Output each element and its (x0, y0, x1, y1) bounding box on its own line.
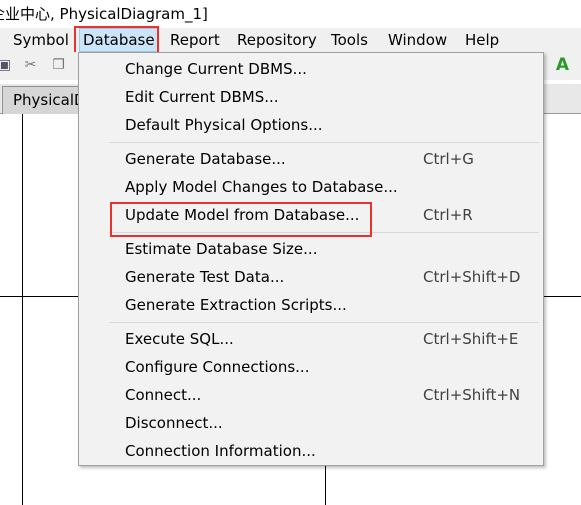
menu-repository[interactable]: Repository (234, 28, 320, 52)
menu-item-configure-connections[interactable]: Configure Connections... (79, 353, 543, 381)
menu-separator (109, 322, 539, 323)
save-icon[interactable]: ▣ (0, 57, 13, 74)
menu-item-change-current-dbms[interactable]: Change Current DBMS... (79, 55, 543, 83)
window-title: 企业中心, PhysicalDiagram_1] (0, 0, 581, 28)
copy-icon[interactable]: ❐ (50, 57, 67, 74)
window-title-text: 企业中心, PhysicalDiagram_1] (0, 5, 208, 23)
menu-item-apply-model-changes[interactable]: Apply Model Changes to Database... (79, 173, 543, 201)
menu-report[interactable]: Report (167, 28, 223, 52)
canvas-page-border-left (22, 114, 23, 505)
database-dropdown-menu: Change Current DBMS... Edit Current DBMS… (78, 52, 544, 466)
menu-separator (109, 142, 539, 143)
menu-item-execute-sql[interactable]: Execute SQL... Ctrl+Shift+E (79, 325, 543, 353)
update-model-highlight-box (110, 202, 372, 237)
menu-symbol[interactable]: Symbol (10, 28, 72, 52)
canvas-page-border-vertical (325, 466, 326, 505)
menu-item-connection-information[interactable]: Connection Information... (79, 437, 543, 465)
menu-help[interactable]: Help (462, 28, 502, 52)
menu-item-disconnect[interactable]: Disconnect... (79, 409, 543, 437)
menu-item-generate-database[interactable]: Generate Database... Ctrl+G (79, 145, 543, 173)
menu-item-edit-current-dbms[interactable]: Edit Current DBMS... (79, 83, 543, 111)
menu-item-default-physical-options[interactable]: Default Physical Options... (79, 111, 543, 139)
menu-item-estimate-database-size[interactable]: Estimate Database Size... (79, 235, 543, 263)
menu-tools[interactable]: Tools (328, 28, 371, 52)
font-a-icon[interactable]: A (554, 57, 571, 74)
menu-item-connect[interactable]: Connect... Ctrl+Shift+N (79, 381, 543, 409)
cut-icon[interactable]: ✂ (22, 57, 39, 74)
menu-item-generate-extraction-scripts[interactable]: Generate Extraction Scripts... (79, 291, 543, 319)
menu-item-generate-test-data[interactable]: Generate Test Data... Ctrl+Shift+D (79, 263, 543, 291)
menu-window[interactable]: Window (385, 28, 450, 52)
